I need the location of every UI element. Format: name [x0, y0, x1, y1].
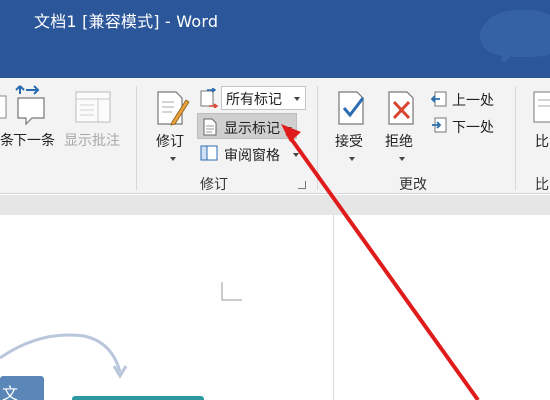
- track-changes-icon: [157, 91, 190, 126]
- previous-comment-icon: [0, 95, 7, 119]
- title-bar: 文档1 [兼容模式] - Word: [0, 0, 550, 78]
- changes-group-label: 更改: [399, 177, 427, 193]
- track-changes-dropdown-icon[interactable]: [170, 157, 176, 161]
- next-change-button[interactable]: 下一处: [452, 117, 494, 137]
- reject-dropdown-icon[interactable]: [399, 157, 405, 161]
- compare-group-label: 比: [535, 177, 549, 193]
- page-boundary-line: [333, 215, 334, 400]
- show-markup-icon: [203, 118, 217, 136]
- flowchart-shape[interactable]: [72, 396, 204, 400]
- window-title: 文档1 [兼容模式] - Word: [34, 12, 219, 31]
- show-markup-dropdown-icon[interactable]: [286, 127, 292, 131]
- word-window: 文档1 [兼容模式] - Word 条 下一条 显示批注 修订 所有标记 显示标…: [0, 0, 550, 400]
- markup-view-dropdown-icon: [294, 97, 300, 101]
- markup-display-icon: [200, 88, 219, 108]
- title-bar-decoration: [479, 9, 550, 62]
- previous-comment-button[interactable]: 条: [0, 130, 14, 150]
- group-separator: [515, 86, 516, 190]
- compare-button[interactable]: 比: [535, 131, 549, 151]
- show-comments-button[interactable]: 显示批注: [64, 130, 120, 150]
- group-separator: [317, 86, 318, 190]
- next-comment-icon: [15, 85, 45, 126]
- markup-view-value: 所有标记: [226, 92, 282, 108]
- reviewing-pane-dropdown-icon[interactable]: [293, 153, 299, 157]
- reviewing-pane-icon: [200, 145, 218, 161]
- next-change-icon: [432, 117, 447, 133]
- group-separator: [136, 86, 137, 190]
- tracking-group-label: 修订: [200, 177, 228, 193]
- reject-button[interactable]: 拒绝: [385, 131, 413, 151]
- accept-button[interactable]: 接受: [335, 131, 363, 151]
- next-comment-button[interactable]: 下一条: [13, 130, 55, 150]
- reviewing-pane-button[interactable]: 审阅窗格: [224, 145, 280, 165]
- flowchart-shape[interactable]: 文: [0, 376, 44, 400]
- previous-change-button[interactable]: 上一处: [452, 90, 494, 110]
- show-markup-label: 显示标记: [224, 121, 280, 137]
- accept-dropdown-icon[interactable]: [349, 157, 355, 161]
- margin-corner-mark: [221, 282, 242, 301]
- compare-icon: [533, 91, 550, 123]
- flowchart-shape-text: 文: [2, 384, 19, 400]
- markup-view-select[interactable]: 所有标记: [221, 86, 306, 110]
- reject-icon: [388, 91, 414, 125]
- track-changes-button[interactable]: 修订: [156, 131, 184, 151]
- accept-icon: [338, 91, 365, 125]
- ribbon-review-tab: 条 下一条 显示批注 修订 所有标记 显示标记 审阅窗格 修订 接受 拒绝 上一…: [0, 78, 550, 194]
- tracking-options-launcher[interactable]: [298, 181, 306, 189]
- show-comments-icon: [75, 91, 111, 123]
- previous-change-icon: [430, 91, 447, 107]
